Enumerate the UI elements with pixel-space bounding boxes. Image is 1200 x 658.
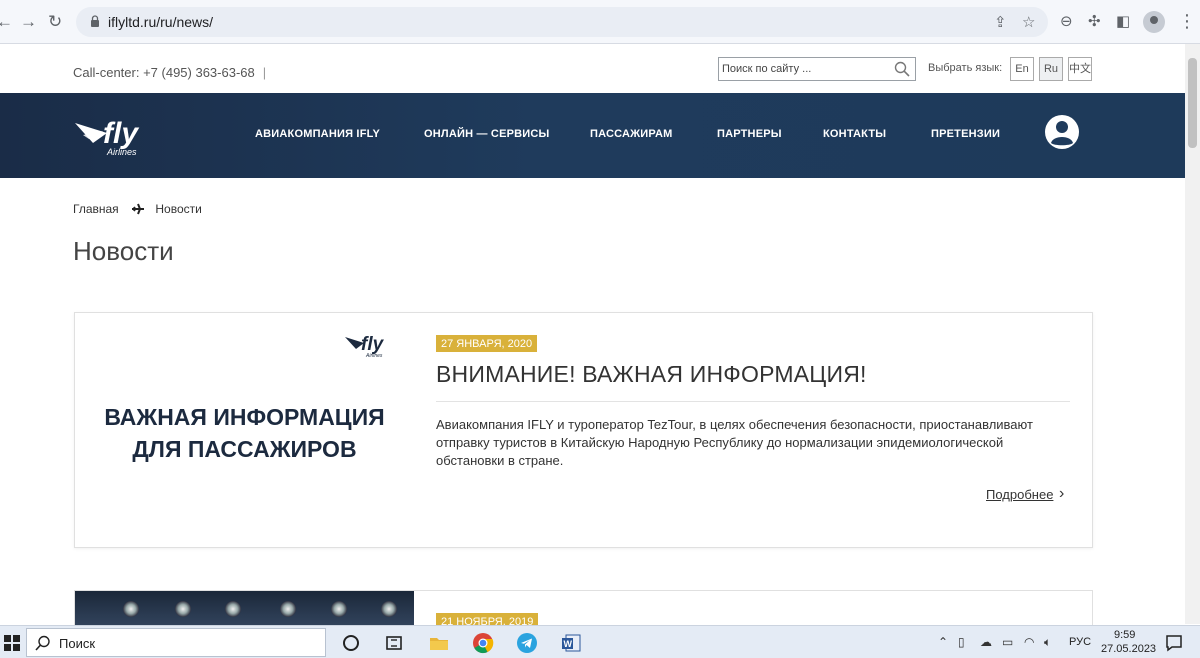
taskbar-search[interactable]: Поиск [26,628,326,657]
news-image[interactable]: fly Airlines ВАЖНАЯ ИНФОРМАЦИЯ ДЛЯ ПАССА… [75,313,414,547]
windows-taskbar: Поиск W ⌃ ▯ ☁ ▭ ◠ 🔈︎ РУС 9:59 27.05.2023 [0,625,1200,658]
keyboard-language[interactable]: РУС [1069,636,1091,648]
address-bar[interactable]: iflyltd.ru/ru/news/ ⇪ ☆ [76,7,1048,37]
stage-light-icon [123,601,139,617]
nav-passengers[interactable]: ПАССАЖИРАМ [590,128,672,140]
side-panel-icon[interactable]: ◧ [1116,12,1130,30]
svg-text:W: W [564,639,573,649]
site-search-input[interactable] [722,61,892,77]
image-text-line1: ВАЖНАЯ ИНФОРМАЦИЯ [104,404,385,430]
stage-light-icon [331,601,347,617]
notification-icon[interactable] [1163,632,1185,654]
plane-separator-icon [132,203,145,215]
news-card: fly Airlines ВАЖНАЯ ИНФОРМАЦИЯ ДЛЯ ПАССА… [74,312,1093,548]
extension-icon[interactable]: ⊖ [1060,12,1073,30]
lang-en-button[interactable]: En [1010,57,1034,81]
nav-contacts[interactable]: КОНТАКТЫ [823,128,886,140]
nav-airline[interactable]: АВИАКОМПАНИЯ IFLY [255,128,380,140]
nav-claims[interactable]: ПРЕТЕНЗИИ [931,128,1000,140]
breadcrumb-current: Новости [155,202,202,216]
device-icon[interactable]: ▯ [958,635,965,649]
stage-light-icon [381,601,397,617]
chevron-up-icon[interactable]: ⌃ [938,635,948,649]
bookmark-star-icon[interactable]: ☆ [1022,13,1035,31]
chevron-right-icon[interactable]: › [1059,485,1064,503]
breadcrumb-home-link[interactable]: Главная [73,202,119,216]
ifly-image-logo: fly Airlines [345,334,385,359]
nav-online-services[interactable]: ОНЛАЙН — СЕРВИСЫ [424,128,550,140]
stage-light-icon [280,601,296,617]
puzzle-icon[interactable]: ✣ [1088,12,1101,30]
breadcrumb: Главная Новости [73,202,202,216]
lock-icon [91,15,99,27]
scrollbar-thumb[interactable] [1188,58,1197,148]
widgets-icon[interactable] [383,632,405,654]
browser-menu-icon[interactable]: ⋮ [1178,10,1196,32]
search-icon[interactable] [894,61,910,77]
logo-sub-text: Airlines [106,147,137,157]
news-image-text: ВАЖНАЯ ИНФОРМАЦИЯ ДЛЯ ПАССАЖИРОВ [75,401,414,465]
forward-icon[interactable]: → [20,12,37,32]
news-divider [436,401,1070,402]
taskbar-search-label: Поиск [59,636,96,651]
wifi-icon[interactable]: ◠ [1024,635,1034,649]
cloud-icon[interactable]: ☁ [980,635,992,649]
nav-partners[interactable]: ПАРТНЕРЫ [717,128,782,140]
clock-date[interactable]: 27.05.2023 [1101,643,1156,655]
news-title[interactable]: ВНИМАНИЕ! ВАЖНАЯ ИНФОРМАЦИЯ! [436,361,867,388]
clock-time[interactable]: 9:59 [1114,629,1135,641]
stage-light-icon [225,601,241,617]
telegram-icon[interactable] [516,632,538,654]
reload-icon[interactable]: ↻ [48,12,62,32]
stage-light-icon [175,601,191,617]
search-icon [35,635,50,651]
share-icon[interactable]: ⇪ [994,13,1007,31]
news-date-badge: 27 ЯНВАРЯ, 2020 [436,335,538,352]
site-header: fly Airlines АВИАКОМПАНИЯ IFLY ОНЛАЙН — … [0,93,1185,178]
news-text: Авиакомпания IFLY и туроператор TezTour,… [436,417,1033,468]
battery-icon[interactable]: ▭ [1002,635,1013,649]
profile-avatar-icon[interactable] [1143,11,1165,33]
chrome-icon[interactable] [472,632,494,654]
callcenter-text: Call-center: +7 (495) 363-63-68 [73,65,255,80]
windows-start-icon[interactable] [4,635,20,651]
image-text-line2: ДЛЯ ПАССАЖИРОВ [132,436,357,462]
word-icon[interactable]: W [560,632,582,654]
page-scrollbar[interactable] [1185,44,1200,624]
user-account-icon[interactable] [1044,114,1080,150]
language-label: Выбрать язык: [928,62,1003,74]
page-title: Новости [73,236,174,266]
callcenter-separator: | [262,65,267,80]
lang-zh-button[interactable]: 中文 [1068,57,1092,81]
ifly-logo[interactable]: fly Airlines [73,113,173,159]
browser-toolbar: ← → ↻ iflyltd.ru/ru/news/ ⇪ ☆ ⊖ ✣ ◧ ⋮ [0,0,1200,44]
callcenter-info: Call-center: +7 (495) 363-63-68 | [73,65,266,80]
image-logo-sub: Airlines [365,353,383,359]
url-text: iflyltd.ru/ru/news/ [108,14,214,30]
lang-ru-button[interactable]: Ru [1039,57,1063,81]
back-icon[interactable]: ← [0,12,13,32]
site-search-box[interactable] [718,57,916,81]
image-logo-brand: fly [361,334,385,355]
task-view-icon[interactable] [340,632,362,654]
logo-brand-text: fly [103,117,139,150]
file-explorer-icon[interactable] [428,632,450,654]
volume-icon[interactable]: 🔈︎ [1044,635,1051,650]
read-more-link[interactable]: Подробнее [986,487,1053,502]
